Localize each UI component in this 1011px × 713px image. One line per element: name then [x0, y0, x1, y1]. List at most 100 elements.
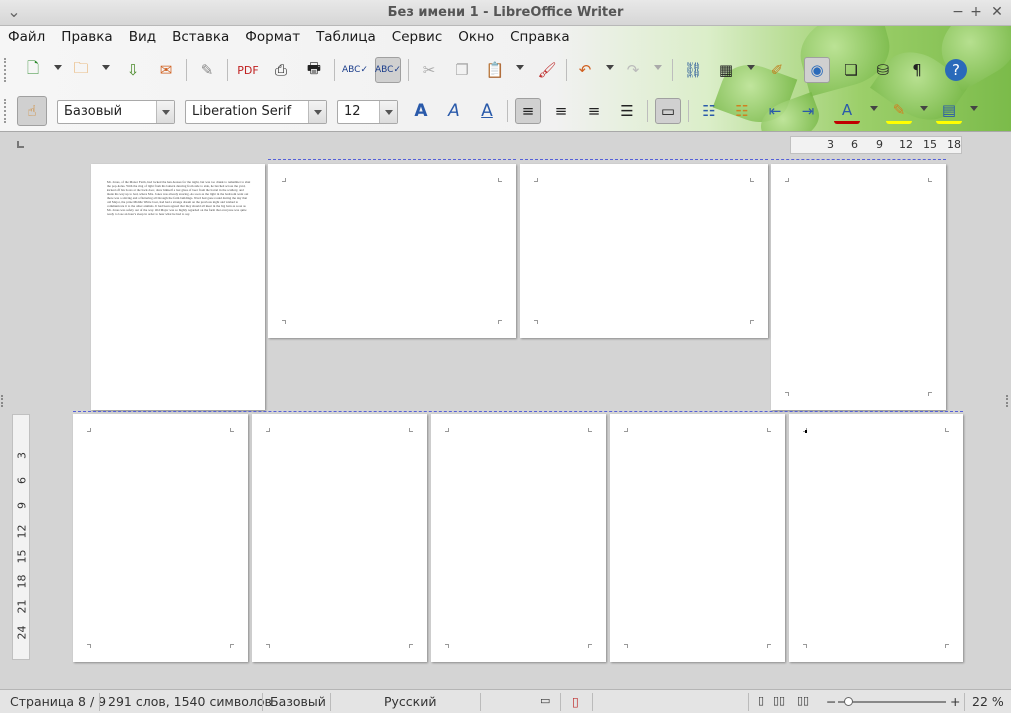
numbering-icon[interactable]: ☷ [696, 98, 722, 124]
document-signature-icon[interactable]: ▯ [572, 694, 579, 709]
book-view-icon[interactable]: ▯▯ [797, 694, 809, 707]
bold-icon[interactable]: A [408, 98, 434, 124]
menu-edit[interactable]: Правка [53, 27, 120, 49]
menu-table[interactable]: Таблица [308, 27, 384, 49]
menu-tools[interactable]: Сервис [384, 27, 450, 49]
paragraph-style-combo[interactable]: Базовый [57, 100, 175, 124]
page-6[interactable] [252, 414, 427, 662]
page-1[interactable]: Mr. Jones, of the Manor Farm, had locked… [91, 164, 265, 410]
increase-indent-icon[interactable]: ⇥ [795, 98, 821, 124]
highlighting-icon[interactable]: ✎ [886, 98, 912, 124]
page-8[interactable] [610, 414, 785, 662]
cut-icon[interactable]: ✂ [416, 57, 442, 83]
undo-dropdown-arrow[interactable] [606, 65, 614, 70]
print-icon[interactable]: ⎙ [268, 57, 294, 83]
page-7[interactable] [431, 414, 606, 662]
status-page[interactable]: Страница 8 / 9 [10, 694, 106, 709]
redo-icon[interactable]: ↷ [620, 57, 646, 83]
align-left-icon[interactable]: ≡ [515, 98, 541, 124]
page-5[interactable] [73, 414, 248, 662]
align-center-icon[interactable]: ≡ [548, 98, 574, 124]
insert-mode-icon[interactable]: ▭ [540, 694, 550, 707]
align-right-icon[interactable]: ≡ [581, 98, 607, 124]
copy-icon[interactable]: ❐ [449, 57, 475, 83]
bullets-icon[interactable]: ☷ [729, 98, 755, 124]
menu-insert[interactable]: Вставка [164, 27, 237, 49]
help-icon[interactable]: ? [945, 59, 967, 81]
page-2[interactable] [268, 164, 516, 338]
open-folder-icon[interactable]: 🗀 [68, 57, 94, 83]
status-word-count[interactable]: 291 слов, 1540 символов [108, 694, 272, 709]
font-color-icon[interactable]: A [834, 98, 860, 124]
zoom-out-icon[interactable]: − [826, 694, 836, 709]
left-edge-grip[interactable] [1, 395, 3, 407]
table-dropdown-arrow[interactable] [747, 65, 755, 70]
send-email-icon[interactable]: ✉ [153, 57, 179, 83]
formatting-marks-icon[interactable]: ¶ [904, 57, 930, 83]
table-icon[interactable]: ▦ [713, 57, 739, 83]
maximize-icon[interactable]: + [967, 3, 985, 21]
right-edge-grip[interactable] [1006, 395, 1008, 407]
paste-dropdown-arrow[interactable] [516, 65, 524, 70]
page-3[interactable] [520, 164, 768, 338]
font-size-combo[interactable]: 12 [337, 100, 398, 124]
italic-icon[interactable]: A [441, 98, 467, 124]
zoom-slider[interactable] [838, 701, 946, 703]
zoom-slider-handle[interactable] [844, 697, 853, 706]
clone-formatting-icon[interactable]: 🖌 [534, 57, 560, 83]
single-page-view-icon[interactable]: ▯ [758, 694, 764, 707]
chevron-down-icon[interactable] [379, 101, 397, 123]
data-sources-icon[interactable]: ⛁ [870, 57, 896, 83]
page-9[interactable] [789, 414, 963, 662]
page-1-text[interactable]: Mr. Jones, of the Manor Farm, had locked… [107, 180, 251, 216]
save-icon[interactable]: ⇩ [120, 57, 146, 83]
text-cursor [805, 430, 807, 433]
spellcheck-icon[interactable]: ABC✓ [342, 57, 368, 83]
hruler-tick: 9 [876, 138, 883, 151]
print-preview-icon[interactable]: 🖶 [301, 57, 327, 83]
menu-view[interactable]: Вид [121, 27, 164, 49]
line-spacing-icon[interactable]: ▭ [655, 98, 681, 124]
zoom-percentage[interactable]: 22 % [972, 694, 1004, 709]
edit-mode-icon[interactable]: ✎ [194, 57, 220, 83]
status-language[interactable]: Русский [384, 694, 436, 709]
open-dropdown-arrow[interactable] [102, 65, 110, 70]
menu-window[interactable]: Окно [450, 27, 502, 49]
horizontal-ruler[interactable]: 3 6 9 12 15 18 [790, 136, 962, 154]
decrease-indent-icon[interactable]: ⇤ [762, 98, 788, 124]
chevron-down-icon[interactable] [308, 101, 326, 123]
font-name-value: Liberation Serif [192, 104, 292, 119]
styles-and-formatting-icon[interactable]: ☝ [17, 96, 47, 126]
gallery-icon[interactable]: ❏ [838, 57, 864, 83]
page-4[interactable] [771, 164, 946, 410]
export-pdf-icon[interactable]: PDF [235, 57, 261, 83]
underline-icon[interactable]: A [474, 98, 500, 124]
chevron-down-icon[interactable] [156, 101, 174, 123]
vertical-ruler[interactable]: 3 6 9 12 15 18 21 24 [12, 414, 30, 660]
status-page-style[interactable]: Базовый [270, 694, 326, 709]
minimize-icon[interactable]: − [949, 3, 967, 21]
vruler-tick: 12 [15, 524, 29, 539]
justify-icon[interactable]: ☰ [614, 98, 640, 124]
menu-file[interactable]: Файл [0, 27, 53, 49]
font-color-dropdown-arrow[interactable] [870, 106, 878, 111]
hyperlink-icon[interactable]: ⛓ [680, 57, 706, 83]
navigator-icon[interactable]: ◉ [804, 57, 830, 83]
new-dropdown-arrow[interactable] [54, 65, 62, 70]
close-icon[interactable]: ✕ [988, 3, 1006, 21]
redo-dropdown-arrow[interactable] [654, 65, 662, 70]
background-dropdown-arrow[interactable] [970, 106, 978, 111]
autospellcheck-icon[interactable]: ABC✓ [375, 57, 401, 83]
multi-page-view-icon[interactable]: ▯▯ [773, 694, 785, 707]
menu-format[interactable]: Формат [237, 27, 308, 49]
highlight-dropdown-arrow[interactable] [920, 106, 928, 111]
paste-icon[interactable]: 📋 [482, 57, 508, 83]
zoom-in-icon[interactable]: + [950, 694, 960, 709]
show-draw-functions-icon[interactable]: ✐ [764, 57, 790, 83]
undo-icon[interactable]: ↶ [572, 57, 598, 83]
font-name-combo[interactable]: Liberation Serif [185, 100, 327, 124]
new-document-icon[interactable]: 🗋 [20, 57, 46, 83]
tab-stop-selector[interactable] [17, 141, 24, 148]
background-color-icon[interactable]: ▤ [936, 98, 962, 124]
menu-help[interactable]: Справка [502, 27, 577, 49]
